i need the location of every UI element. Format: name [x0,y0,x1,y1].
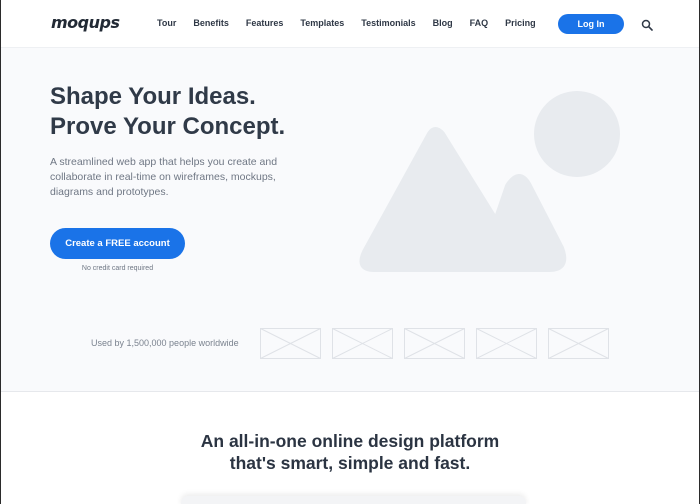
main-nav: Tour Benefits Features Templates Testimo… [157,18,553,32]
preview-card-edge [181,496,526,504]
cta-note: No credit card required [81,265,154,272]
platform-section: An all-in-one online design platform tha… [1,392,699,504]
nav-item-features[interactable]: Features [246,18,284,32]
logo[interactable]: moqups [51,13,120,32]
hero-subtitle: A streamlined web app that helps you cre… [50,156,278,198]
hero-section: Shape Your Ideas. Prove Your Concept. A … [1,48,699,392]
section-title-line-2: that's smart, simple and fast. [229,453,471,473]
nav-item-pricing[interactable]: Pricing [505,18,536,32]
client-logo-placeholder-icon [476,328,537,359]
section-title-line-1: An all-in-one online design platform [200,431,500,451]
search-icon[interactable] [641,18,653,31]
page: moqups Tour Benefits Features Templates … [0,0,700,504]
create-account-button[interactable]: Create a FREE account [50,228,185,259]
login-button[interactable]: Log In [558,14,624,34]
nav-item-testimonials[interactable]: Testimonials [361,18,415,32]
used-by-text: Used by 1,500,000 people worldwide [91,338,239,348]
nav-item-faq[interactable]: FAQ [470,18,489,32]
client-logo-placeholder-icon [260,328,321,359]
hero-title-line-2: Prove Your Concept. [50,113,286,140]
client-logo-placeholder-icon [332,328,393,359]
nav-item-blog[interactable]: Blog [433,18,453,32]
client-logo-placeholder-icon [548,328,609,359]
top-header: moqups Tour Benefits Features Templates … [1,0,699,48]
hero-title: Shape Your Ideas. Prove Your Concept. [50,82,285,142]
nav-item-templates[interactable]: Templates [300,18,344,32]
client-logo-placeholder-icon [404,328,465,359]
hero-title-line-1: Shape Your Ideas. [50,83,256,110]
section-title: An all-in-one online design platform tha… [1,430,699,474]
nav-item-tour[interactable]: Tour [157,18,176,32]
mountain-sun-image-placeholder-icon [356,88,626,278]
nav-item-benefits[interactable]: Benefits [193,18,229,32]
